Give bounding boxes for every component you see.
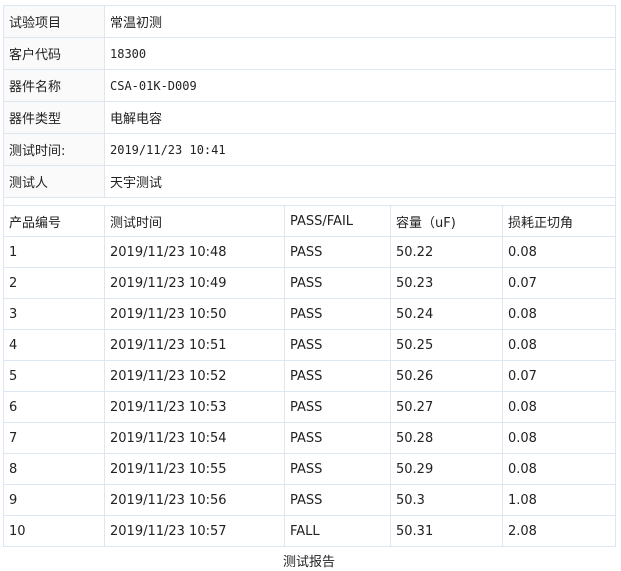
table-cell: 2019/11/23 10:51 (104, 329, 285, 361)
table-cell: 4 (3, 329, 105, 361)
header-row: 产品编号 测试时间 PASS/FAIL 容量（uF) 损耗正切角 (3, 205, 617, 237)
table-cell: 2019/11/23 10:52 (104, 360, 285, 392)
table-cell: 2019/11/23 10:57 (104, 515, 285, 547)
column-header: 损耗正切角 (501, 205, 617, 237)
table-cell: PASS (284, 329, 391, 361)
table-cell: 0.08 (501, 329, 617, 361)
table-row: 6 2019/11/23 10:53 PASS 50.27 0.08 (3, 391, 617, 423)
table-cell: 0.07 (501, 360, 617, 392)
table-cell: PASS (284, 236, 391, 268)
table-cell: 6 (3, 391, 105, 423)
table-cell: 2019/11/23 10:49 (104, 267, 285, 299)
table-cell: PASS (284, 484, 391, 516)
table-cell: 2019/11/23 10:55 (104, 453, 285, 485)
table-cell: 1 (3, 236, 105, 268)
info-value: CSA-01K-D009 (103, 69, 617, 102)
table-cell: PASS (284, 422, 391, 454)
table-row: 9 2019/11/23 10:56 PASS 50.3 1.08 (3, 484, 617, 516)
table-cell: 2.08 (501, 515, 617, 547)
info-row: 器件名称 CSA-01K-D009 (3, 69, 617, 102)
table-cell: 0.08 (501, 453, 617, 485)
table-cell: 50.23 (390, 267, 503, 299)
table-cell: 50.27 (390, 391, 503, 423)
table-row: 10 2019/11/23 10:57 FALL 50.31 2.08 (3, 515, 617, 547)
table-cell: 2019/11/23 10:56 (104, 484, 285, 516)
table-row: 3 2019/11/23 10:50 PASS 50.24 0.08 (3, 298, 617, 330)
table-cell: 2019/11/23 10:50 (104, 298, 285, 330)
table-cell: 50.22 (390, 236, 503, 268)
table-cell: 50.26 (390, 360, 503, 392)
table-cell: 0.07 (501, 267, 617, 299)
table-cell: 5 (3, 360, 105, 392)
table-cell: 2 (3, 267, 105, 299)
info-value: 18300 (103, 37, 617, 70)
info-label: 测试时间: (3, 133, 105, 166)
spacer-row (2, 197, 617, 206)
table-cell: PASS (284, 360, 391, 392)
column-header: 测试时间 (104, 205, 285, 237)
column-header: PASS/FAIL (284, 205, 391, 237)
table-cell: 1.08 (501, 484, 617, 516)
column-header: 产品编号 (3, 205, 105, 237)
info-value: 天宇测试 (103, 165, 617, 198)
info-row: 试验项目 常温初测 (3, 5, 617, 38)
spacer-cell (2, 197, 617, 206)
table-row: 8 2019/11/23 10:55 PASS 50.29 0.08 (3, 453, 617, 485)
table-cell: 2019/11/23 10:53 (104, 391, 285, 423)
table-cell: 8 (3, 453, 105, 485)
table-cell: 0.08 (501, 236, 617, 268)
info-row: 测试人 天宇测试 (3, 165, 617, 198)
table-cell: 0.08 (501, 298, 617, 330)
test-report: 试验项目 常温初测 客户代码 18300 器件名称 CSA-01K-D009 器件类型 电解电… (2, 5, 617, 570)
table-cell: 7 (3, 422, 105, 454)
info-label: 器件名称 (3, 69, 105, 102)
report-table: 试验项目 常温初测 客户代码 18300 器件名称 CSA-01K-D009 器件类型 电解电… (2, 5, 617, 547)
info-row: 测试时间: 2019/11/23 10:41 (3, 133, 617, 166)
table-cell: 50.24 (390, 298, 503, 330)
table-cell: FALL (284, 515, 391, 547)
table-caption: 测试报告 (282, 555, 335, 570)
table-cell: 2019/11/23 10:48 (104, 236, 285, 268)
info-label: 客户代码 (3, 37, 105, 70)
table-cell: 50.29 (390, 453, 503, 485)
table-cell: 50.3 (390, 484, 503, 516)
table-row: 4 2019/11/23 10:51 PASS 50.25 0.08 (3, 329, 617, 361)
info-row: 客户代码 18300 (3, 37, 617, 70)
table-cell: 2019/11/23 10:54 (104, 422, 285, 454)
table-cell: 50.31 (390, 515, 503, 547)
table-cell: PASS (284, 298, 391, 330)
table-row: 1 2019/11/23 10:48 PASS 50.22 0.08 (3, 236, 617, 268)
info-row: 器件类型 电解电容 (3, 101, 617, 134)
table-cell: 0.08 (501, 422, 617, 454)
table-cell: 50.28 (390, 422, 503, 454)
table-cell: PASS (284, 267, 391, 299)
info-value: 常温初测 (103, 5, 617, 38)
table-cell: 10 (3, 515, 105, 547)
column-header: 容量（uF) (390, 205, 503, 237)
info-value: 2019/11/23 10:41 (103, 133, 617, 166)
table-cell: PASS (284, 453, 391, 485)
info-label: 器件类型 (3, 101, 105, 134)
table-cell: 9 (3, 484, 105, 516)
info-value: 电解电容 (103, 101, 617, 134)
info-label: 测试人 (3, 165, 105, 198)
table-cell: 0.08 (501, 391, 617, 423)
table-cell: 50.25 (390, 329, 503, 361)
table-row: 5 2019/11/23 10:52 PASS 50.26 0.07 (3, 360, 617, 392)
table-row: 2 2019/11/23 10:49 PASS 50.23 0.07 (3, 267, 617, 299)
table-cell: PASS (284, 391, 391, 423)
table-row: 7 2019/11/23 10:54 PASS 50.28 0.08 (3, 422, 617, 454)
table-cell: 3 (3, 298, 105, 330)
info-label: 试验项目 (3, 5, 105, 38)
